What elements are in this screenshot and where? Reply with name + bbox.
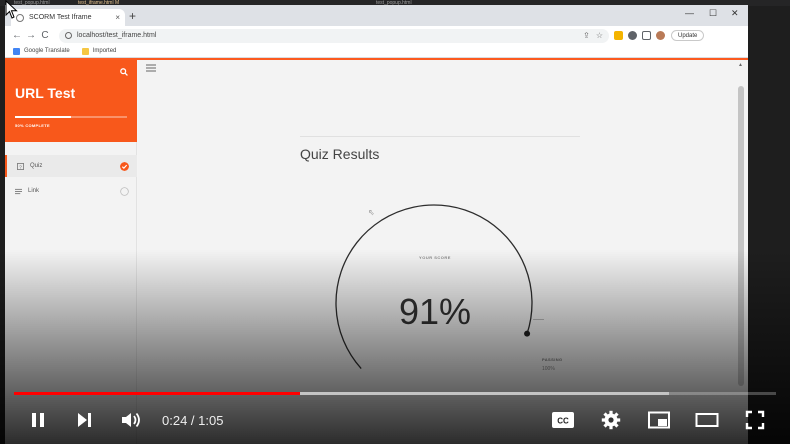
puzzle-icon[interactable] bbox=[628, 31, 637, 40]
lesson-content: ▲ Quiz Results ⇖ YOUR SCORE 91% PASSING … bbox=[138, 58, 748, 444]
browser-toolbar: ← → C localhost/test_iframe.html ⇪ ☆ Upd… bbox=[5, 26, 748, 45]
check-circle-icon bbox=[120, 161, 129, 171]
gear-icon bbox=[601, 410, 621, 430]
theater-icon bbox=[695, 413, 719, 427]
volume-icon bbox=[122, 412, 140, 428]
lesson-label: Quiz bbox=[30, 163, 43, 169]
new-tab-button[interactable]: + bbox=[129, 10, 136, 22]
bookmarks-bar: Google Translate Imported bbox=[5, 45, 748, 58]
pointer-icon bbox=[5, 0, 18, 19]
fullscreen-icon bbox=[745, 410, 765, 430]
pause-icon bbox=[32, 413, 44, 427]
time-display: 0:24 / 1:05 bbox=[162, 413, 224, 428]
course-page: URL Test 50% COMPLETE ? Quiz Link ▲ Quiz… bbox=[5, 58, 748, 444]
volume-button[interactable] bbox=[117, 406, 145, 434]
browser-window: SCORM Test Iframe × + — ☐ ✕ ← → C localh… bbox=[5, 5, 748, 444]
pause-button[interactable] bbox=[24, 406, 52, 434]
hamburger-menu-icon[interactable] bbox=[146, 64, 156, 72]
score-value: 91% bbox=[398, 291, 472, 332]
scrollbar[interactable] bbox=[738, 86, 744, 386]
miniplayer-icon bbox=[648, 411, 670, 429]
course-progress-fill bbox=[15, 116, 71, 118]
avatar[interactable] bbox=[656, 31, 665, 40]
miniplayer-button[interactable] bbox=[645, 406, 673, 434]
browser-tab[interactable]: SCORM Test Iframe × bbox=[11, 9, 125, 26]
extension-icon[interactable] bbox=[614, 31, 623, 40]
list-icon bbox=[15, 188, 22, 194]
svg-text:?: ? bbox=[19, 164, 22, 170]
captions-icon: CC bbox=[552, 412, 574, 428]
accent-line bbox=[5, 58, 748, 60]
passing-marker bbox=[524, 330, 531, 337]
address-bar[interactable]: localhost/test_iframe.html ⇪ ☆ bbox=[59, 28, 609, 43]
lesson-label: Link bbox=[28, 188, 40, 194]
svg-text:CC: CC bbox=[557, 417, 569, 426]
translate-icon bbox=[13, 47, 20, 55]
search-icon[interactable] bbox=[120, 68, 128, 76]
score-arc bbox=[335, 204, 533, 370]
back-button[interactable]: ← bbox=[11, 30, 23, 41]
bookmark-google-translate[interactable]: Google Translate bbox=[13, 47, 70, 55]
fullscreen-button[interactable] bbox=[741, 406, 769, 434]
course-header: URL Test 50% COMPLETE bbox=[5, 58, 137, 142]
score-caption: YOUR SCORE bbox=[419, 255, 451, 260]
next-button[interactable] bbox=[70, 406, 98, 434]
side-panel-icon[interactable] bbox=[642, 31, 651, 40]
course-title: URL Test bbox=[15, 85, 76, 101]
bookmark-imported[interactable]: Imported bbox=[81, 47, 117, 55]
bookmark-label: Imported bbox=[92, 48, 117, 54]
share-icon[interactable]: ⇪ bbox=[583, 31, 590, 40]
course-progress-label: 50% COMPLETE bbox=[15, 123, 50, 128]
bookmark-star-icon[interactable]: ☆ bbox=[596, 31, 603, 40]
browser-tab-strip: SCORM Test Iframe × + — ☐ ✕ bbox=[5, 5, 748, 26]
quiz-icon: ? bbox=[17, 162, 24, 170]
theater-mode-button[interactable] bbox=[693, 406, 721, 434]
empty-circle-icon bbox=[120, 186, 129, 196]
maximize-button[interactable]: ☐ bbox=[709, 8, 717, 19]
video-progress-bar[interactable] bbox=[14, 392, 776, 395]
played-bar bbox=[14, 392, 300, 395]
minimize-button[interactable]: — bbox=[685, 8, 694, 18]
captions-button[interactable]: CC bbox=[549, 406, 577, 434]
passing-caption: PASSING bbox=[542, 357, 563, 362]
passing-value: 100% bbox=[542, 366, 555, 372]
browser-tab-title: SCORM Test Iframe bbox=[29, 14, 92, 21]
close-tab-icon[interactable]: × bbox=[115, 13, 120, 22]
quiz-results-heading: Quiz Results bbox=[300, 146, 380, 162]
scroll-up-arrow[interactable]: ▲ bbox=[738, 62, 743, 68]
bookmark-label: Google Translate bbox=[24, 48, 70, 54]
lesson-item-quiz[interactable]: ? Quiz bbox=[5, 155, 137, 177]
site-info-icon[interactable] bbox=[65, 32, 72, 39]
course-progress-bar bbox=[15, 116, 127, 118]
lesson-item-link[interactable]: Link bbox=[5, 180, 137, 202]
settings-button[interactable] bbox=[597, 406, 625, 434]
url-text[interactable]: localhost/test_iframe.html bbox=[77, 32, 583, 39]
close-window-button[interactable]: ✕ bbox=[731, 8, 739, 19]
folder-icon bbox=[81, 47, 89, 55]
forward-button[interactable]: → bbox=[25, 30, 37, 41]
update-button[interactable]: Update bbox=[671, 30, 705, 41]
course-sidebar: URL Test 50% COMPLETE ? Quiz Link bbox=[5, 58, 137, 444]
next-icon bbox=[78, 413, 91, 427]
divider bbox=[300, 136, 580, 137]
reload-button[interactable]: C bbox=[39, 30, 51, 41]
editor-panel bbox=[748, 6, 790, 444]
video-frame[interactable]: test_popup.html test_iframe.html M test_… bbox=[0, 0, 790, 444]
